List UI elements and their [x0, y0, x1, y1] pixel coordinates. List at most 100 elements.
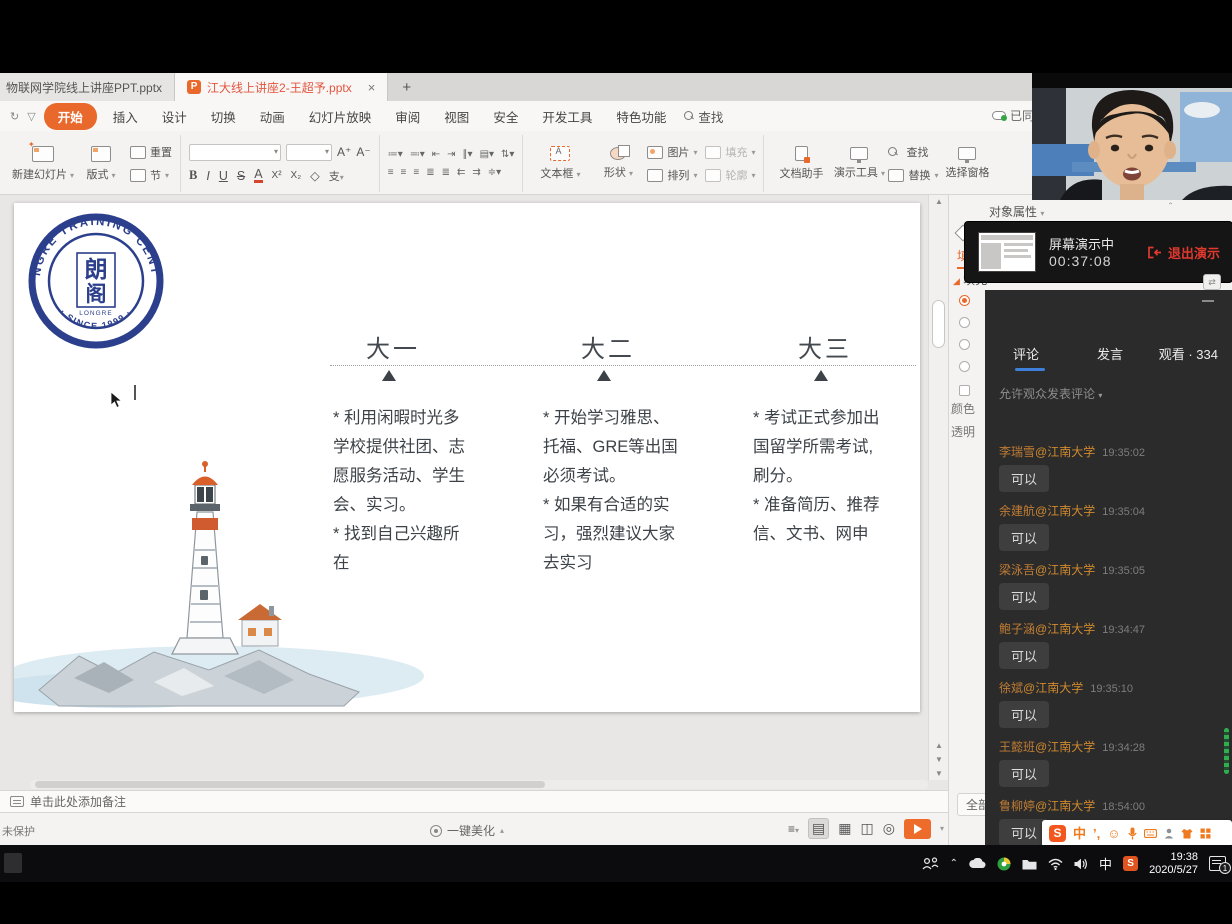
bullet-list-icon[interactable]: ≔▾: [388, 149, 403, 160]
find-button[interactable]: 查找: [888, 144, 938, 160]
menu-item[interactable]: 特色功能: [604, 104, 678, 129]
align-right-icon[interactable]: ≡: [413, 167, 419, 178]
font-size-select[interactable]: [286, 144, 332, 161]
bold-button[interactable]: B: [189, 168, 197, 183]
notes-bar[interactable]: 单击此处添加备注: [0, 790, 948, 812]
timeline-title-year2[interactable]: 大二: [573, 329, 643, 364]
taskbar-app-icon[interactable]: [4, 853, 22, 873]
scrollbar-thumb[interactable]: [932, 300, 945, 348]
menu-item[interactable]: 安全: [481, 104, 530, 129]
allow-comments-dropdown[interactable]: 允许观众发表评论 ▾: [999, 385, 1102, 402]
italic-button[interactable]: I: [206, 169, 209, 183]
distribute-icon[interactable]: ≣: [442, 167, 450, 178]
clear-format-button[interactable]: ◇: [310, 168, 320, 183]
antivirus-tray-icon[interactable]: [997, 857, 1011, 871]
exit-presentation-button[interactable]: 退出演示: [1147, 243, 1220, 262]
align-center-icon[interactable]: ≡: [401, 167, 407, 178]
text-tool-button[interactable]: 支▾: [329, 168, 344, 184]
chat-tab-comments[interactable]: 评论: [1013, 344, 1039, 363]
notification-center-button[interactable]: 1: [1209, 856, 1226, 871]
fill-option-checkbox[interactable]: [959, 385, 970, 396]
menu-item[interactable]: 动画: [248, 104, 297, 129]
line-spacing-icon[interactable]: ⇅▾: [501, 149, 514, 160]
volume-tray-icon[interactable]: [1074, 858, 1088, 870]
fill-option-radio[interactable]: [959, 339, 970, 350]
present-tools-button[interactable]: 演示工具 ▾: [830, 147, 888, 180]
ime-skin-icon[interactable]: [1181, 828, 1193, 839]
slide-vertical-scrollbar[interactable]: ▲ ▲ ▼ ▼: [928, 195, 948, 780]
menu-search[interactable]: 查找: [684, 107, 723, 126]
taskbar-clock[interactable]: 19:38 2020/5/27: [1149, 851, 1198, 877]
menu-item[interactable]: 开发工具: [530, 104, 604, 129]
replace-button[interactable]: 替换▾: [888, 167, 938, 183]
paragraph-more-icon[interactable]: ≑▾: [488, 167, 501, 178]
timeline-text-year3[interactable]: * 考试正式参加出 国留学所需考试, 刷分。 * 准备简历、推荐 信、文书、网申: [753, 404, 911, 549]
menu-item[interactable]: 插入: [101, 104, 150, 129]
increase-indent-icon[interactable]: ⇥: [447, 149, 455, 160]
columns-icon[interactable]: ⇇: [457, 167, 465, 178]
increase-font-button[interactable]: A⁺: [337, 145, 351, 159]
subscript-button[interactable]: X₂: [291, 170, 302, 181]
play-options-caret-icon[interactable]: ▾: [940, 824, 944, 833]
menu-item[interactable]: 视图: [432, 104, 481, 129]
font-family-select[interactable]: [189, 144, 281, 161]
section-button[interactable]: 节▾: [130, 167, 172, 183]
fill-option-radio[interactable]: [959, 361, 970, 372]
folder-tray-icon[interactable]: [1022, 858, 1037, 870]
decrease-font-button[interactable]: A⁻: [356, 145, 370, 159]
new-slide-button[interactable]: 新建幻灯片 ▾: [14, 146, 72, 182]
tray-expand-icon[interactable]: ⌃: [950, 858, 958, 869]
select-pane-button[interactable]: 选择窗格: [938, 147, 996, 180]
reset-button[interactable]: 重置: [130, 144, 172, 160]
font-color-button[interactable]: A: [254, 169, 262, 183]
ime-emoji-icon[interactable]: ☺: [1107, 827, 1120, 840]
ime-keyboard-icon[interactable]: [1144, 829, 1157, 838]
numbered-list-icon[interactable]: ≕▾: [410, 149, 425, 160]
chat-scrollbar-thumb[interactable]: [1224, 728, 1229, 774]
outline-button[interactable]: 轮廓▾: [705, 167, 755, 183]
timeline-title-year3[interactable]: 大三: [790, 329, 860, 364]
tab-document-2[interactable]: P 江大线上讲座2-王超予.pptx ×: [175, 73, 388, 101]
doc-assistant-button[interactable]: 文档助手: [772, 146, 830, 181]
slide-canvas[interactable]: LONGRE TRAINING CENTER · SINCE 1999 · 朗 …: [14, 203, 920, 712]
paragraph-spacing-icon[interactable]: ⇉: [472, 167, 480, 178]
timeline-text-year2[interactable]: * 开始学习雅思、 托福、GRE等出国 必须考试。 * 如果有合适的实 习，强烈…: [543, 404, 701, 578]
align-left-icon[interactable]: ≡: [388, 167, 394, 178]
menu-item[interactable]: 幻灯片放映: [297, 104, 384, 129]
menu-item[interactable]: 切换: [199, 104, 248, 129]
panel-title[interactable]: 对象属性 ▾: [989, 203, 1044, 220]
menu-item[interactable]: 审阅: [383, 104, 432, 129]
cloud-sync-status[interactable]: 已同: [992, 107, 1034, 124]
people-tray-icon[interactable]: [922, 857, 939, 870]
quick-access-caret-icon[interactable]: ▽: [27, 110, 35, 123]
scroll-up-icon[interactable]: ▲: [935, 197, 943, 206]
layout-button[interactable]: 版式 ▾: [72, 146, 130, 182]
strikethrough-button[interactable]: S: [237, 169, 245, 183]
lighthouse-illustration[interactable]: [14, 438, 444, 712]
tab-close-icon[interactable]: ×: [368, 80, 376, 95]
ime-indicator[interactable]: 中: [1099, 854, 1112, 873]
slide-horizontal-scrollbar[interactable]: [30, 780, 928, 789]
ime-mic-icon[interactable]: [1128, 827, 1137, 840]
longre-logo[interactable]: LONGRE TRAINING CENTER · SINCE 1999 · 朗 …: [26, 211, 166, 351]
underline-button[interactable]: U: [219, 169, 228, 183]
fill-option-radio[interactable]: [959, 295, 970, 306]
shape-button[interactable]: 形状 ▾: [589, 147, 647, 180]
slideshow-play-button[interactable]: [904, 819, 931, 839]
previous-slide-icon[interactable]: ▲: [935, 741, 943, 750]
wifi-tray-icon[interactable]: [1048, 858, 1063, 870]
zoom-view-button[interactable]: ◎: [883, 820, 895, 837]
ime-chinese-mode-icon[interactable]: 中: [1073, 827, 1086, 840]
undo-icon[interactable]: ↻: [10, 110, 19, 123]
arrange-button[interactable]: 排列▾: [647, 167, 697, 183]
justify-icon[interactable]: ≣: [426, 167, 434, 178]
text-direction-icon[interactable]: ∥▾: [463, 149, 473, 160]
sogou-tray-icon[interactable]: S: [1123, 856, 1138, 871]
reading-view-button[interactable]: ◫: [861, 820, 874, 837]
picture-button[interactable]: 图片▾: [647, 144, 697, 160]
text-align-box-icon[interactable]: ▤▾: [480, 149, 494, 160]
notes-toggle-icon[interactable]: ≡▾: [788, 822, 799, 836]
textbox-button[interactable]: 文本框 ▾: [531, 146, 589, 181]
panel-swap-icon[interactable]: ⇄: [1203, 274, 1221, 290]
scroll-down-icon[interactable]: ▼: [935, 769, 943, 778]
